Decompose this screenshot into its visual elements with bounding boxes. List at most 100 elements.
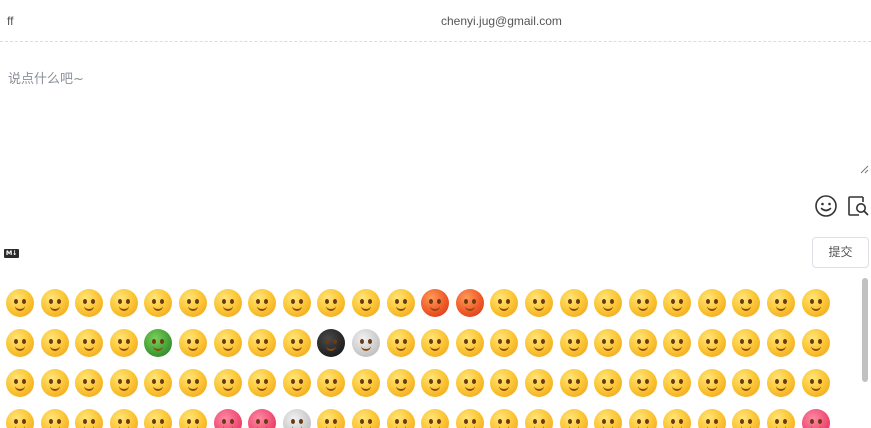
emoji-item[interactable]	[455, 369, 491, 409]
emoji-item[interactable]	[144, 289, 179, 329]
emoji-item[interactable]	[144, 329, 179, 369]
emoji-item[interactable]	[178, 289, 214, 329]
emoji-item[interactable]	[697, 329, 733, 369]
emoji-item[interactable]	[178, 369, 214, 409]
emoji-item[interactable]	[421, 329, 456, 369]
comment-textarea[interactable]: 说点什么吧~	[0, 43, 871, 176]
emoji-item[interactable]	[490, 369, 525, 409]
emoji-item[interactable]	[455, 289, 491, 329]
emoji-item[interactable]	[732, 329, 767, 369]
emoji-item[interactable]	[559, 289, 595, 329]
emoji-item[interactable]	[248, 409, 283, 428]
emoji-item[interactable]	[524, 369, 560, 409]
emoji-item[interactable]	[75, 409, 110, 428]
emoji-item[interactable]	[282, 409, 318, 428]
emoji-item[interactable]	[524, 329, 560, 369]
emoji-item[interactable]	[421, 289, 456, 329]
emoji-item[interactable]	[455, 329, 491, 369]
emoji-item[interactable]	[351, 409, 387, 428]
emoji-item[interactable]	[75, 329, 110, 369]
emoji-item[interactable]	[767, 289, 802, 329]
emoji-item[interactable]	[213, 289, 249, 329]
emoji-item[interactable]	[317, 409, 352, 428]
emoji-item[interactable]	[317, 329, 352, 369]
emoji-item[interactable]	[801, 329, 837, 369]
emoji-item[interactable]	[594, 289, 629, 329]
emoji-item[interactable]	[490, 329, 525, 369]
emoji-item[interactable]	[40, 369, 76, 409]
emoji-item[interactable]	[767, 329, 802, 369]
emoji-item[interactable]	[663, 369, 698, 409]
emoji-item[interactable]	[40, 409, 76, 428]
emoji-scrollbar-thumb[interactable]	[862, 278, 868, 382]
emoji-item[interactable]	[490, 409, 525, 428]
emoji-item[interactable]	[213, 329, 249, 369]
emoji-item[interactable]	[144, 409, 179, 428]
emoji-item[interactable]	[178, 329, 214, 369]
emoji-item[interactable]	[75, 369, 110, 409]
emoji-item[interactable]	[6, 289, 41, 329]
emoji-item[interactable]	[109, 409, 145, 428]
emoji-item[interactable]	[213, 369, 249, 409]
emoji-item[interactable]	[594, 409, 629, 428]
emoji-item[interactable]	[40, 329, 76, 369]
emoji-item[interactable]	[767, 409, 802, 428]
emoji-item[interactable]	[351, 329, 387, 369]
emoji-item[interactable]	[6, 329, 41, 369]
emoji-item[interactable]	[386, 289, 422, 329]
emoji-item[interactable]	[732, 409, 767, 428]
emoji-item[interactable]	[628, 289, 664, 329]
emoji-item[interactable]	[594, 369, 629, 409]
emoji-item[interactable]	[663, 409, 698, 428]
emoji-item[interactable]	[767, 369, 802, 409]
emoji-item[interactable]	[628, 329, 664, 369]
emoji-item[interactable]	[697, 289, 733, 329]
emoji-item[interactable]	[351, 289, 387, 329]
emoji-item[interactable]	[801, 409, 837, 428]
emoji-item[interactable]	[282, 289, 318, 329]
emoji-item[interactable]	[317, 289, 352, 329]
emoji-item[interactable]	[178, 409, 214, 428]
emoji-item[interactable]	[594, 329, 629, 369]
emoji-item[interactable]	[559, 329, 595, 369]
emoji-item[interactable]	[282, 329, 318, 369]
emoji-item[interactable]	[732, 289, 767, 329]
emoji-item[interactable]	[663, 329, 698, 369]
emoji-item[interactable]	[109, 369, 145, 409]
emoji-item[interactable]	[559, 409, 595, 428]
resize-grip-icon[interactable]	[860, 165, 869, 174]
emoji-item[interactable]	[109, 329, 145, 369]
emoji-item[interactable]	[351, 369, 387, 409]
emoji-item[interactable]	[40, 289, 76, 329]
emoji-item[interactable]	[75, 289, 110, 329]
emoji-item[interactable]	[248, 369, 283, 409]
emoji-item[interactable]	[386, 409, 422, 428]
emoji-item[interactable]	[109, 289, 145, 329]
emoji-item[interactable]	[697, 369, 733, 409]
emoji-item[interactable]	[421, 409, 456, 428]
emoji-item[interactable]	[6, 409, 41, 428]
markdown-badge[interactable]: M↓	[4, 249, 19, 258]
nickname-input[interactable]: ff	[7, 14, 13, 28]
emoji-item[interactable]	[801, 369, 837, 409]
emoji-item[interactable]	[386, 329, 422, 369]
emoji-item[interactable]	[282, 369, 318, 409]
emoji-item[interactable]	[421, 369, 456, 409]
emoji-item[interactable]	[248, 289, 283, 329]
emoji-item[interactable]	[663, 289, 698, 329]
emoji-item[interactable]	[213, 409, 249, 428]
emoji-item[interactable]	[6, 369, 41, 409]
submit-button[interactable]: 提交	[812, 237, 869, 268]
emoji-item[interactable]	[524, 409, 560, 428]
emoji-item[interactable]	[248, 329, 283, 369]
emoji-item[interactable]	[628, 409, 664, 428]
emoji-item[interactable]	[490, 289, 525, 329]
emoji-item[interactable]	[524, 289, 560, 329]
email-input[interactable]: chenyi.jug@gmail.com	[441, 14, 562, 28]
emoji-item[interactable]	[455, 409, 491, 428]
preview-toggle-button[interactable]	[846, 194, 870, 218]
emoji-item[interactable]	[801, 289, 837, 329]
emoji-item[interactable]	[697, 409, 733, 428]
emoji-item[interactable]	[144, 369, 179, 409]
emoji-item[interactable]	[732, 369, 767, 409]
